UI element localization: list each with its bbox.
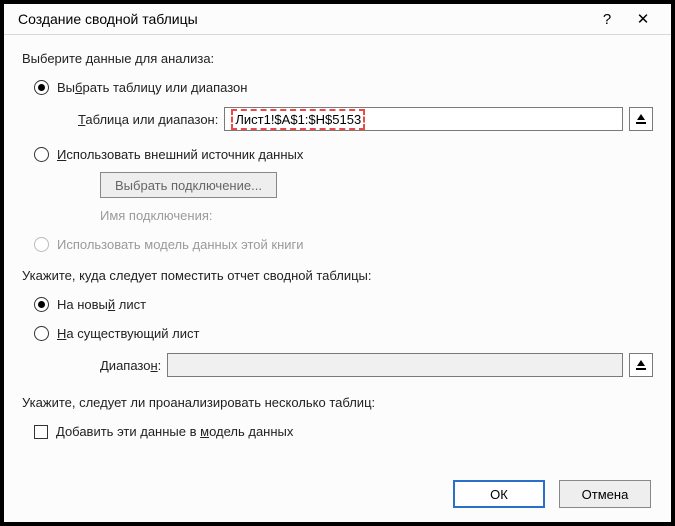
dialog-footer: ОК Отмена bbox=[4, 468, 671, 522]
section-place-heading: Укажите, куда следует поместить отчет св… bbox=[22, 268, 653, 283]
radio-label: На существующий лист bbox=[57, 326, 199, 341]
radio-select-range[interactable]: Выбрать таблицу или диапазон bbox=[34, 80, 653, 95]
section-multi-heading: Укажите, следует ли проанализировать нес… bbox=[22, 395, 653, 410]
range-value-highlight: Лист1!$A$1:$H$5153 bbox=[231, 109, 365, 130]
radio-label: Выбрать таблицу или диапазон bbox=[57, 80, 247, 95]
radio-label: Использовать внешний источник данных bbox=[57, 147, 303, 162]
dialog-title: Создание сводной таблицы bbox=[18, 11, 589, 27]
radio-external-source[interactable]: Использовать внешний источник данных bbox=[34, 147, 653, 162]
collapse-icon bbox=[635, 113, 647, 125]
range-label: Таблица или диапазон: bbox=[78, 112, 218, 127]
help-button[interactable]: ? bbox=[589, 11, 625, 28]
checkbox-add-to-model[interactable]: Добавить эти данные в модель данных bbox=[34, 424, 653, 439]
close-button[interactable]: ✕ bbox=[625, 10, 661, 28]
checkbox-icon bbox=[34, 425, 48, 439]
radio-label: На новый лист bbox=[57, 297, 146, 312]
range-picker-button[interactable] bbox=[629, 107, 653, 131]
radio-icon bbox=[34, 297, 49, 312]
location-label: Диапазон: bbox=[100, 358, 161, 373]
connection-name-label: Имя подключения: bbox=[100, 208, 653, 223]
radio-existing-sheet[interactable]: На существующий лист bbox=[34, 326, 653, 341]
location-field-row: Диапазон: bbox=[100, 353, 653, 377]
dialog-body: Выберите данные для анализа: Выбрать таб… bbox=[4, 35, 671, 468]
checkbox-label: Добавить эти данные в модель данных bbox=[56, 424, 293, 439]
location-input[interactable] bbox=[167, 353, 623, 377]
choose-connection-button[interactable]: Выбрать подключение... bbox=[100, 172, 277, 198]
radio-icon bbox=[34, 237, 49, 252]
radio-icon bbox=[34, 147, 49, 162]
cancel-button[interactable]: Отмена bbox=[559, 480, 651, 508]
radio-icon bbox=[34, 326, 49, 341]
titlebar: Создание сводной таблицы ? ✕ bbox=[4, 4, 671, 34]
radio-label: Использовать модель данных этой книги bbox=[57, 237, 304, 252]
collapse-icon bbox=[635, 359, 647, 371]
dialog-window: Создание сводной таблицы ? ✕ Выберите да… bbox=[0, 0, 675, 526]
location-picker-button[interactable] bbox=[629, 353, 653, 377]
radio-new-sheet[interactable]: На новый лист bbox=[34, 297, 653, 312]
choose-connection-row: Выбрать подключение... bbox=[100, 172, 653, 198]
section-analyze-heading: Выберите данные для анализа: bbox=[22, 51, 653, 66]
radio-use-model: Использовать модель данных этой книги bbox=[34, 237, 653, 252]
ok-button[interactable]: ОК bbox=[453, 480, 545, 508]
range-field-row: Таблица или диапазон: Лист1!$A$1:$H$5153 bbox=[78, 107, 653, 131]
radio-icon bbox=[34, 80, 49, 95]
range-input[interactable]: Лист1!$A$1:$H$5153 bbox=[224, 107, 623, 131]
